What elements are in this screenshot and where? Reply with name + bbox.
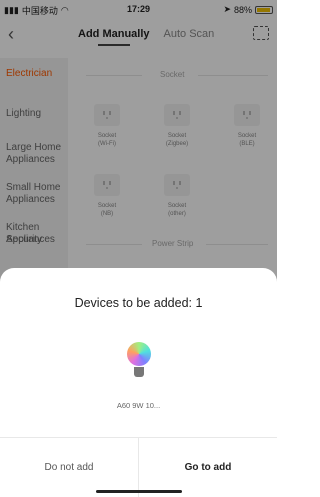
go-to-add-button[interactable]: Go to add: [139, 438, 277, 497]
bulb-base: [134, 367, 144, 377]
light-bulb-icon: [124, 342, 154, 388]
sheet-title: Devices to be added: 1: [74, 296, 203, 310]
sheet-actions: Do not add Go to add: [0, 437, 277, 497]
bulb-glass: [127, 342, 151, 366]
found-device-label[interactable]: A60 9W 10...: [0, 401, 277, 410]
home-indicator: [96, 490, 182, 493]
do-not-add-button[interactable]: Do not add: [0, 438, 139, 497]
add-devices-sheet: Devices to be added: 1 A60 9W 10... Do n…: [0, 268, 277, 497]
